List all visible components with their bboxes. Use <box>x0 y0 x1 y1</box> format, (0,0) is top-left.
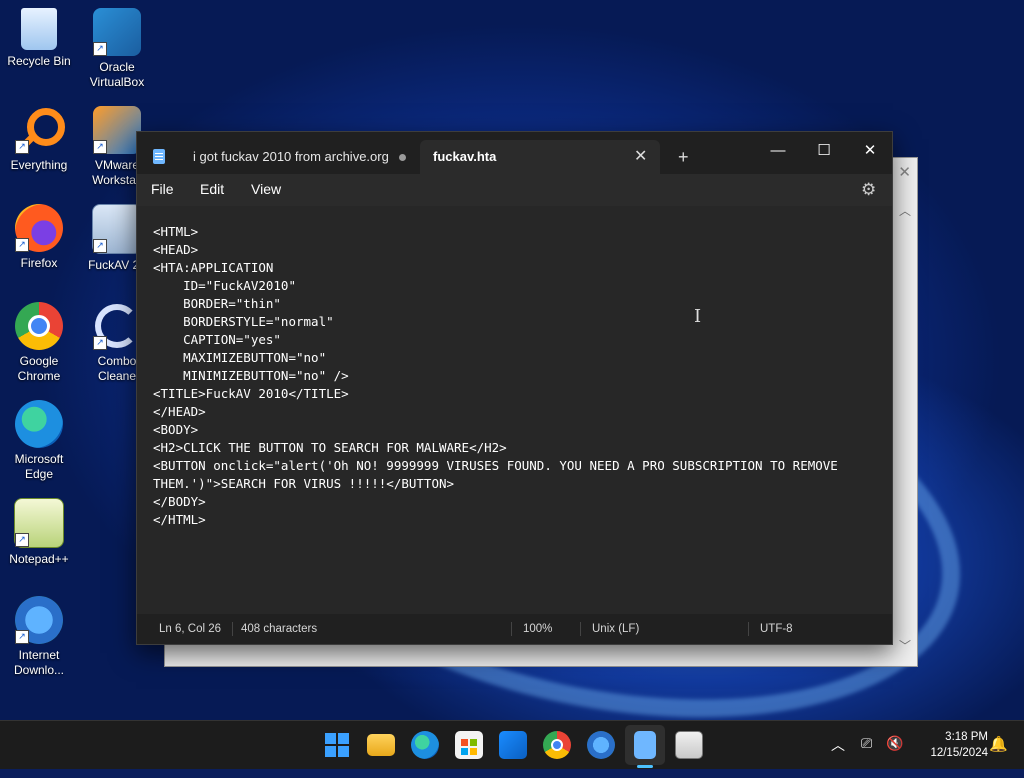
shortcut-arrow-icon: ↗ <box>15 533 29 547</box>
status-bar: Ln 6, Col 26 408 characters 100% Unix (L… <box>137 614 892 644</box>
microsoft-store-icon[interactable] <box>455 731 483 759</box>
editor-content[interactable]: <HTML> <HEAD> <HTA:APPLICATION ID="FuckA… <box>153 223 838 529</box>
shortcut-arrow-icon: ↗ <box>93 42 107 56</box>
desktop-icon-virtualbox[interactable]: ↗ Oracle VirtualBox <box>80 8 154 90</box>
desktop-icon-label: Internet Downlo... <box>13 648 65 677</box>
shortcut-arrow-icon: ↗ <box>93 140 107 154</box>
firefox-icon: ↗ <box>15 204 63 252</box>
notepadpp-icon: ↗ <box>14 498 64 548</box>
notepad-icon <box>153 149 165 164</box>
desktop-icon-label: Oracle VirtualBox <box>89 60 145 89</box>
encoding[interactable]: UTF-8 <box>760 614 793 644</box>
zoom-level[interactable]: 100% <box>523 614 552 644</box>
tab-fuckav-hta[interactable]: fuckav.hta ✕ <box>420 140 660 174</box>
shortcut-arrow-icon: ↗ <box>15 140 29 154</box>
menu-edit[interactable]: Edit <box>200 181 224 197</box>
virtualbox-icon: ↗ <box>93 8 141 56</box>
menu-file[interactable]: File <box>151 181 174 197</box>
desktop-icon-everything[interactable]: ↗ Everything <box>2 106 76 173</box>
shortcut-arrow-icon: ↗ <box>93 239 107 253</box>
status-divider <box>748 622 749 636</box>
desktop-icon-notepadpp[interactable]: ↗ Notepad++ <box>2 498 76 567</box>
menu-bar: File Edit View ⚙ <box>137 174 892 206</box>
outlook-icon[interactable] <box>499 731 527 759</box>
cursor-position: Ln 6, Col 26 <box>159 623 222 635</box>
internet-download-manager-icon: ↗ <box>15 596 63 644</box>
tab-label: fuckav.hta <box>433 149 497 164</box>
file-explorer-icon[interactable] <box>367 734 395 756</box>
desktop-icon-label: Everything <box>10 158 68 172</box>
status-divider <box>511 622 512 636</box>
combo-cleaner-icon: ↗ <box>93 302 141 350</box>
desktop-icon-internet-download-manager[interactable]: ↗ Internet Downlo... <box>2 596 76 678</box>
desktop-icon-firefox[interactable]: ↗ Firefox <box>2 204 76 271</box>
clock[interactable]: 3:18 PM 12/15/2024 <box>918 729 988 761</box>
status-divider <box>232 622 233 636</box>
title-bar[interactable]: i got fuckav 2010 from archive.org fucka… <box>137 132 892 174</box>
shortcut-arrow-icon: ↗ <box>15 630 29 644</box>
desktop-icon-label: Microsoft Edge <box>14 452 64 481</box>
minimize-button[interactable]: — <box>755 137 801 165</box>
desktop-icon-label: Recycle Bin <box>7 54 71 68</box>
status-divider <box>580 622 581 636</box>
shortcut-arrow-icon: ↗ <box>15 238 29 252</box>
settings-gear-icon[interactable]: ⚙ <box>861 180 876 200</box>
clock-date: 12/15/2024 <box>930 747 988 759</box>
vmware-icon: ↗ <box>93 106 141 154</box>
start-icon[interactable] <box>323 731 351 759</box>
text-editor[interactable]: <HTML> <HEAD> <HTA:APPLICATION ID="FuckA… <box>137 206 892 614</box>
menu-view[interactable]: View <box>251 181 281 197</box>
close-icon[interactable]: ✕ <box>898 163 911 181</box>
line-ending[interactable]: Unix (LF) <box>592 614 639 644</box>
unsaved-dot-icon <box>399 154 406 161</box>
close-tab-icon[interactable]: ✕ <box>634 140 647 174</box>
tab-archive-note[interactable]: i got fuckav 2010 from archive.org <box>177 140 419 174</box>
desktop-icon-label: VMware Workstati <box>92 158 142 187</box>
chrome-icon <box>15 302 63 350</box>
clock-time: 3:18 PM <box>945 731 988 743</box>
scroll-up-icon[interactable]: ︿ <box>899 202 911 219</box>
desktop-icon-chrome[interactable]: Google Chrome <box>2 302 76 384</box>
fuckav-icon[interactable] <box>675 731 703 759</box>
notepad-window[interactable]: i got fuckav 2010 from archive.org fucka… <box>136 131 893 645</box>
maximize-button[interactable]: ☐ <box>801 137 847 165</box>
edge-icon <box>15 400 63 448</box>
desktop-icon-label: Firefox <box>20 256 58 270</box>
internet-download-manager-icon[interactable] <box>587 731 615 759</box>
scroll-down-icon[interactable]: ﹀ <box>899 637 911 654</box>
notepad-icon[interactable] <box>634 731 656 759</box>
desktop-icon-recycle-bin[interactable]: Recycle Bin <box>2 8 76 69</box>
desktop-icon-edge[interactable]: Microsoft Edge <box>2 400 76 482</box>
fuckav-icon: ↗ <box>92 204 142 254</box>
volume-muted-icon[interactable]: 🔇 <box>886 735 903 752</box>
edge-icon[interactable] <box>411 731 439 759</box>
desktop-icon-label: Google Chrome <box>17 354 61 383</box>
taskbar: ︿ ⎚ 🔇 3:18 PM 12/15/2024 🔔 <box>0 720 1024 769</box>
shortcut-arrow-icon: ↗ <box>93 336 107 350</box>
chevron-up-icon[interactable]: ︿ <box>831 735 845 755</box>
network-icon[interactable]: ⎚ <box>861 735 872 752</box>
recycle-bin-icon <box>21 8 57 50</box>
desktop-icon-label: Combo Cleane <box>97 354 137 383</box>
everything-search-icon: ↗ <box>15 106 65 154</box>
notification-bell-icon[interactable]: 🔔 <box>989 735 1008 753</box>
new-tab-button[interactable]: + <box>678 147 689 167</box>
desktop-icon-label: Notepad++ <box>9 552 69 566</box>
character-count: 408 characters <box>241 623 318 635</box>
text-cursor-icon: I <box>694 306 702 327</box>
tab-label: i got fuckav 2010 from archive.org <box>193 149 389 164</box>
chrome-icon[interactable] <box>543 731 571 759</box>
close-window-button[interactable]: ✕ <box>847 137 893 165</box>
